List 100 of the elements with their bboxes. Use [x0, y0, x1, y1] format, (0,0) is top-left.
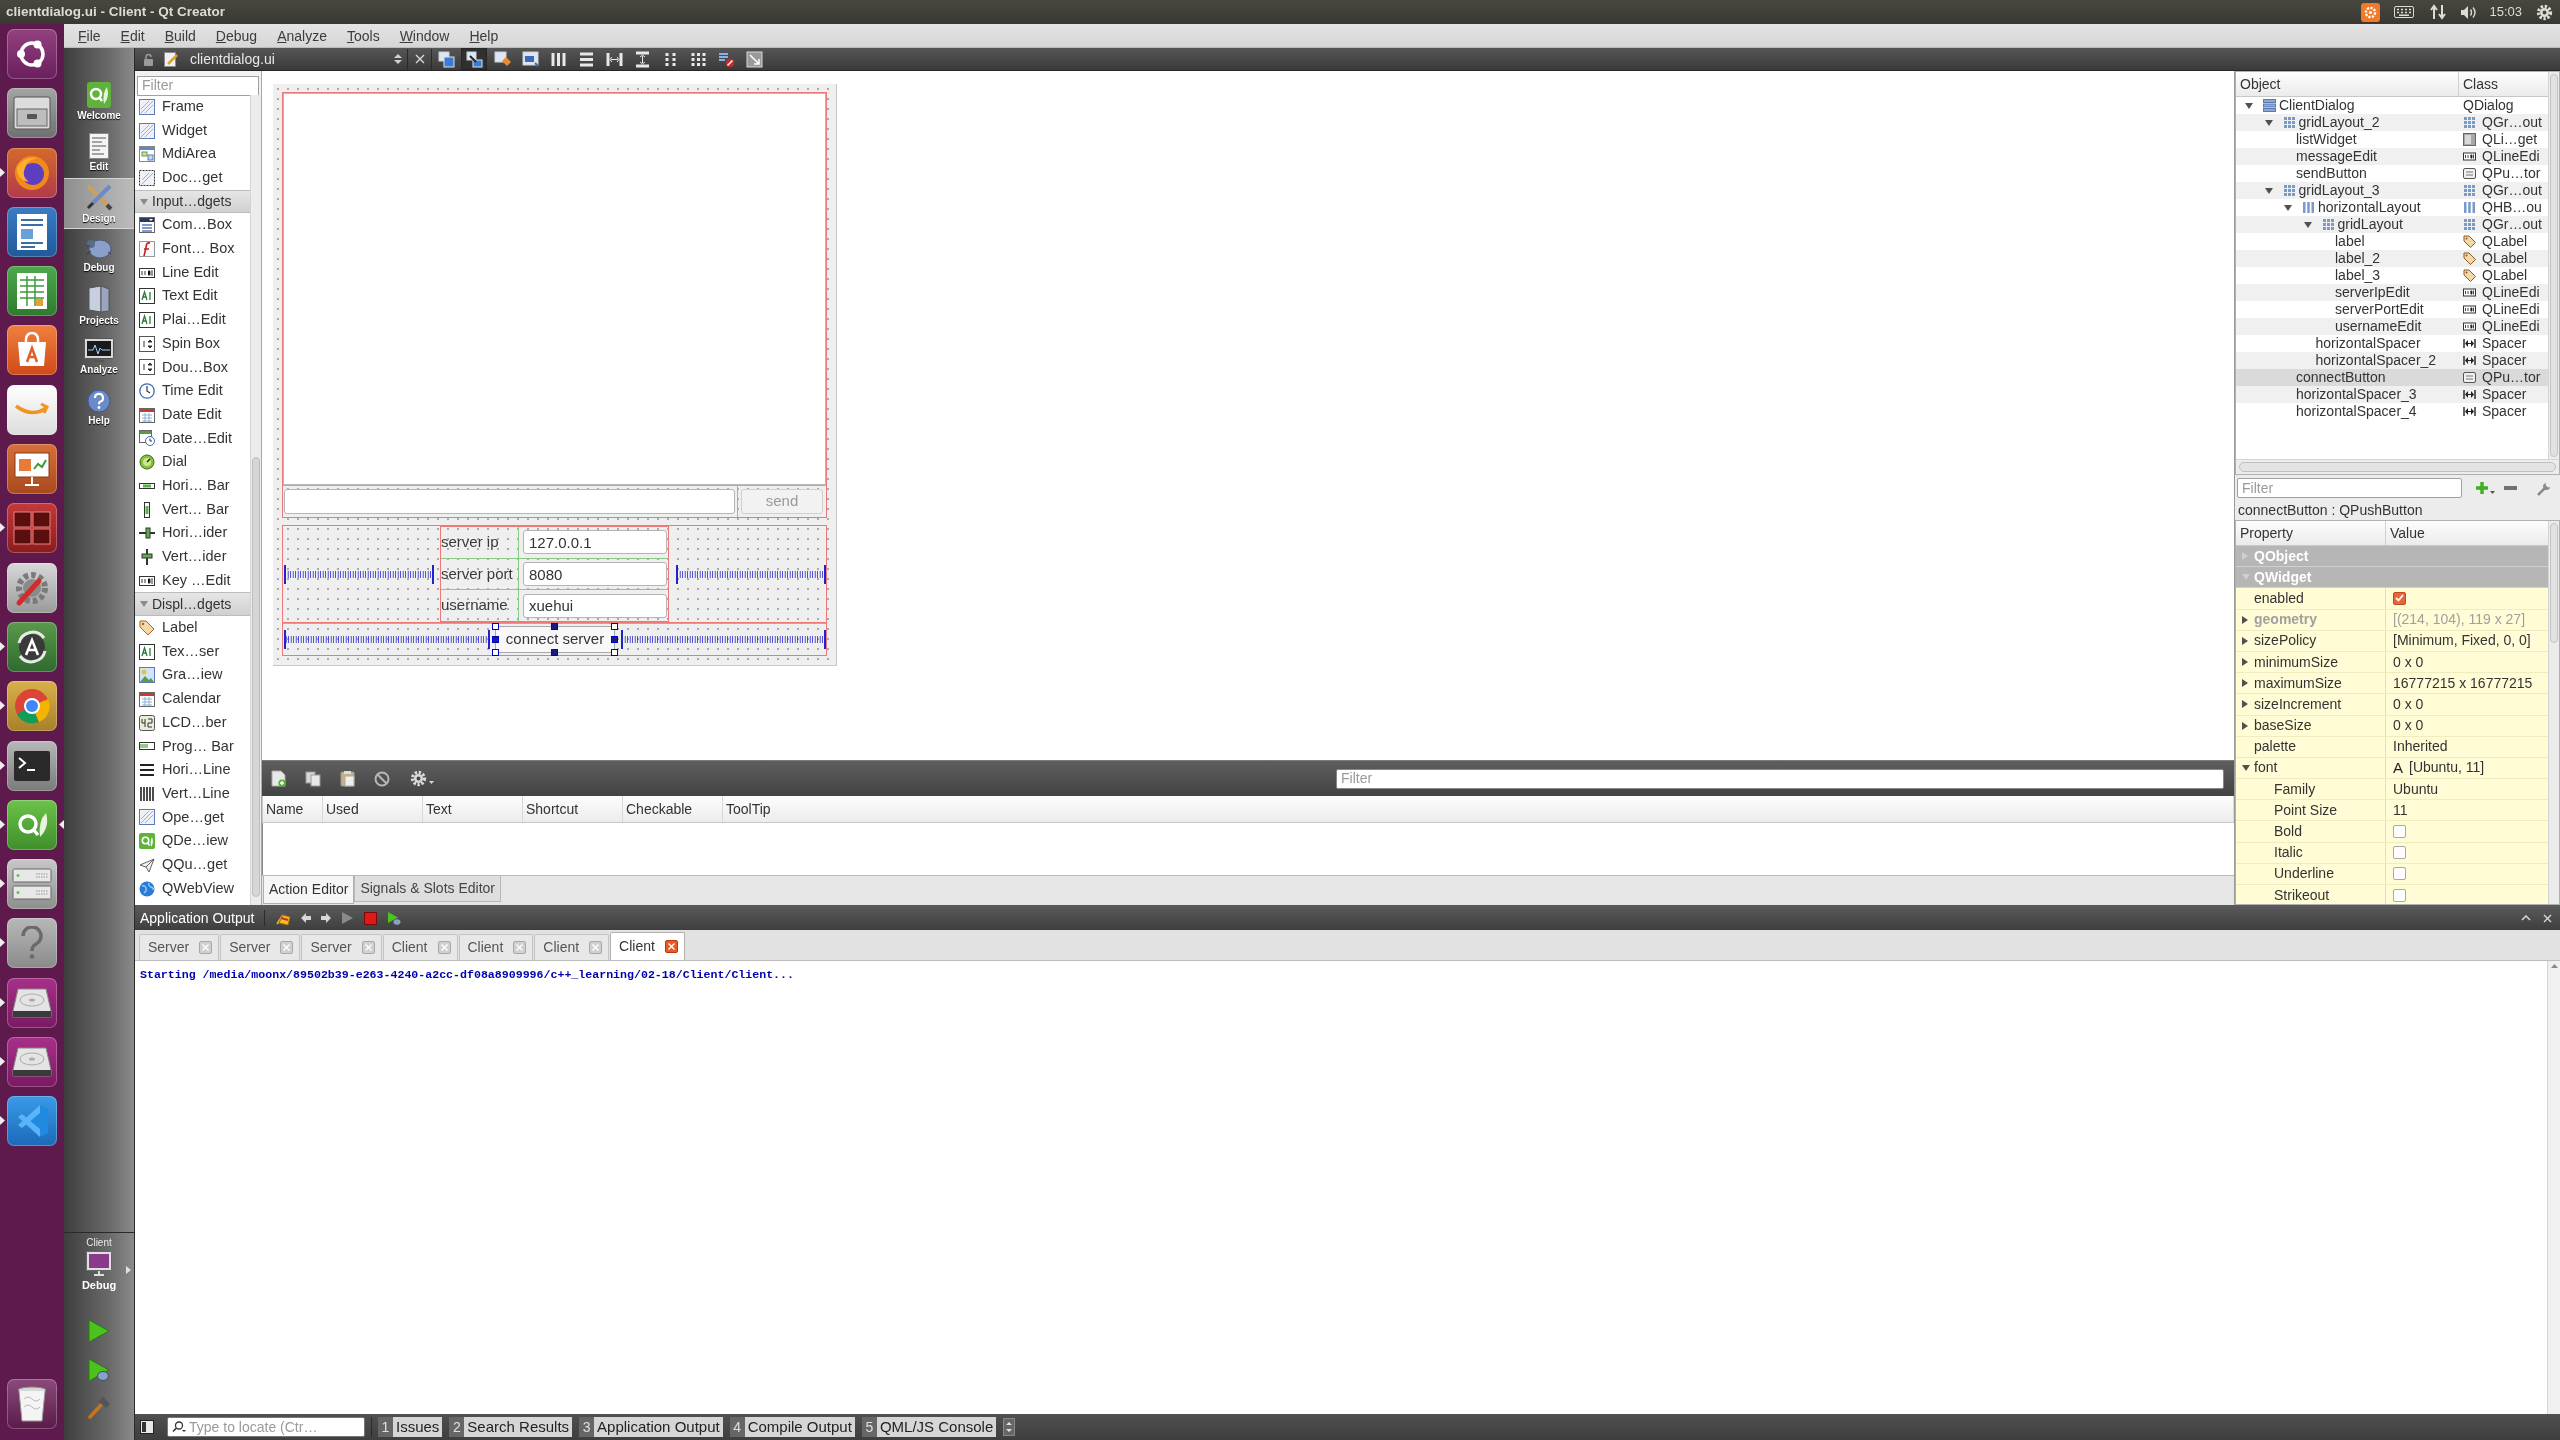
connect-button[interactable]: connect server	[495, 626, 615, 653]
caret-down-icon[interactable]	[2284, 204, 2292, 211]
tree-row[interactable]: usernameEdit QLineEdi	[2236, 318, 2548, 335]
column-header[interactable]: Checkable	[623, 796, 723, 822]
checkbox[interactable]	[2393, 825, 2406, 839]
tree-row[interactable]: horizontalSpacer_2 Spacer	[2236, 352, 2548, 369]
widget-list-item[interactable]: Ope…get	[135, 805, 250, 830]
speaker-icon[interactable]	[2460, 4, 2478, 20]
settings-icon[interactable]	[410, 770, 427, 787]
trash-icon[interactable]	[7, 1379, 57, 1429]
shopping-bag-icon[interactable]	[7, 325, 57, 376]
sidebar-toggle-icon[interactable]	[140, 1420, 154, 1434]
drawer-icon[interactable]	[7, 88, 57, 139]
widget-list-item[interactable]: QQu…get	[135, 853, 250, 877]
copy-icon[interactable]	[305, 770, 321, 787]
widget-list-item[interactable]: Gra…iew	[135, 663, 250, 688]
widget-list-item[interactable]: LCD…ber	[135, 710, 250, 735]
terminal-icon[interactable]	[7, 740, 57, 791]
widget-list-item[interactable]: Date Edit	[135, 402, 250, 427]
play-bug-icon[interactable]	[387, 911, 402, 925]
kit-selector[interactable]: Client Debug	[64, 1238, 134, 1291]
widget-list-item[interactable]: Prog… Bar	[135, 734, 250, 759]
mode-button[interactable]: Help	[64, 382, 134, 433]
widget-list-item[interactable]: QWebView	[135, 876, 250, 901]
caret-right-icon[interactable]	[2242, 679, 2248, 688]
text-field[interactable]: 127.0.0.1	[523, 530, 667, 555]
mode-button[interactable]: Debug	[64, 229, 134, 280]
widget-list-item[interactable]: Date…Edit	[135, 426, 250, 451]
widget-list-item[interactable]: Vert…ider	[135, 545, 250, 569]
widget-list-item[interactable]: Widget	[135, 118, 250, 143]
widget-list-item[interactable]: Hori…Line	[135, 758, 250, 782]
caret-right-icon[interactable]	[2242, 636, 2248, 645]
document-selector[interactable]: clientdialog.ui	[184, 48, 406, 70]
prohibited-icon[interactable]	[374, 770, 390, 787]
menu-item[interactable]: Debug	[215, 28, 258, 43]
checkbox[interactable]	[2393, 888, 2406, 902]
tree-row[interactable]: gridLayout QGr…out	[2236, 216, 2548, 233]
widget-list-item[interactable]: Tex…ser	[135, 639, 250, 664]
mode-button[interactable]: Projects	[64, 280, 134, 331]
caret-down-icon[interactable]	[2245, 102, 2253, 109]
tab[interactable]: Server	[301, 934, 382, 960]
text-field[interactable]: 8080	[523, 562, 667, 586]
widget-list-item[interactable]: Dou…Box	[135, 355, 250, 380]
filter-field[interactable]: Filter	[2237, 478, 2462, 498]
vertical-scrollbar[interactable]	[2548, 72, 2559, 459]
tab[interactable]: Server	[220, 934, 301, 960]
widget-list-item[interactable]: Plai…Edit	[135, 308, 250, 332]
menu-item[interactable]: Analyze	[277, 28, 327, 43]
ribbon-logo-icon[interactable]	[7, 1096, 57, 1147]
text-field[interactable]: xuehui	[523, 593, 667, 618]
menu-item[interactable]: Window	[399, 28, 450, 43]
tree-row[interactable]: messageEdit QLineEdi	[2236, 148, 2548, 165]
toolbar-button[interactable]	[461, 48, 487, 70]
filter-field[interactable]: Filter	[137, 75, 259, 96]
tab[interactable]: Signals & Slots Editor	[354, 876, 501, 902]
column-header[interactable]: Used	[323, 796, 423, 822]
menu-item[interactable]: Edit	[120, 28, 145, 43]
caret-up-icon[interactable]	[2550, 964, 2558, 968]
widget-list-item[interactable]: Frame	[135, 95, 250, 119]
vertical-scrollbar[interactable]	[2547, 961, 2560, 1414]
chevron-up-icon[interactable]	[2521, 915, 2531, 921]
widget-list-item[interactable]: Dial	[135, 450, 250, 474]
widget-list-item[interactable]: Vert…Line	[135, 781, 250, 806]
window-grid-icon[interactable]	[7, 503, 57, 554]
menu-item[interactable]: Build	[164, 28, 196, 43]
new-file-icon[interactable]	[271, 770, 287, 787]
menu-item[interactable]: Help	[469, 28, 499, 43]
widget-list-item[interactable]: Hori…ider	[135, 521, 250, 546]
gear-badge-icon[interactable]	[2361, 2, 2381, 22]
caret-right-icon[interactable]	[2242, 700, 2248, 709]
resize-handle-icon[interactable]	[551, 649, 558, 656]
document-icon[interactable]	[7, 206, 57, 257]
tab[interactable]: Client	[382, 934, 458, 960]
caret-down-icon[interactable]	[2264, 187, 2273, 194]
resize-handle-icon[interactable]	[551, 623, 558, 630]
filter-field[interactable]: Filter	[1336, 768, 2224, 789]
tab[interactable]: Client	[534, 934, 610, 960]
column-header[interactable]: Object	[2236, 72, 2459, 96]
message-input[interactable]	[284, 489, 735, 514]
tab[interactable]: Action Editor	[263, 876, 355, 904]
widget-list-item[interactable]: Hori… Bar	[135, 474, 250, 498]
widget-list-item[interactable]: Spin Box	[135, 331, 250, 356]
column-header[interactable]: Class	[2459, 72, 2548, 96]
keyboard-icon[interactable]	[2394, 6, 2415, 18]
widget-list-item[interactable]: MdiArea	[135, 142, 250, 167]
tree-row[interactable]: label_2 QLabel	[2236, 250, 2548, 267]
server-rack-icon[interactable]	[7, 859, 57, 910]
widget-list-item[interactable]: Com…Box	[135, 213, 250, 238]
tab[interactable]: Client	[610, 932, 685, 960]
checkbox[interactable]	[2393, 591, 2406, 605]
leaf-logo-icon[interactable]	[7, 799, 57, 850]
column-header[interactable]: Shortcut	[523, 796, 623, 822]
up-down-arrows-icon[interactable]	[1003, 1418, 1016, 1436]
widget-list-item[interactable]: Vert… Bar	[135, 497, 250, 522]
arrow-left-icon[interactable]	[301, 913, 312, 923]
category-header[interactable]: Input…dgets	[135, 189, 250, 214]
column-header[interactable]: Property	[2236, 521, 2386, 545]
widget-list-item[interactable]: Doc…get	[135, 166, 250, 190]
tree-row[interactable]: serverIpEdit QLineEdi	[2236, 284, 2548, 301]
locate-field[interactable]: Type to locate (Ctr…	[167, 1417, 365, 1437]
